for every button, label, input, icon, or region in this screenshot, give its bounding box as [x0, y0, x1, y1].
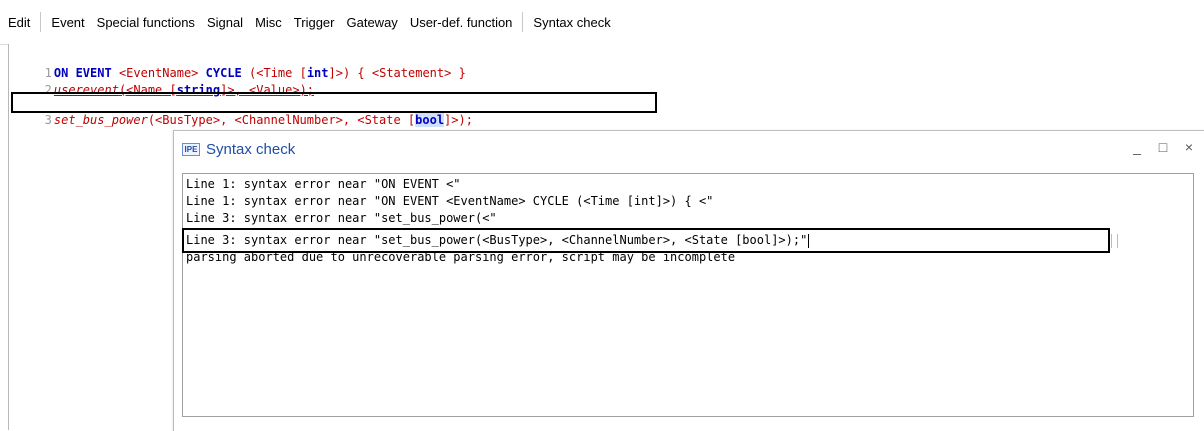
code-line-2: 2 userevent(<Name [string]>, <Value>); — [9, 65, 314, 97]
placeholder: { <Statement> } — [357, 66, 466, 80]
output-line: Line 3: syntax error near "set_bus_power… — [186, 211, 497, 225]
close-icon[interactable]: × — [1183, 139, 1195, 155]
placeholder: (<BusType>, <ChannelNumber>, <State [ — [147, 113, 416, 127]
dialog-titlebar[interactable]: IPE Syntax check _ □ × — [174, 131, 1204, 167]
output-line: Line 1: syntax error near "ON EVENT <" — [186, 177, 461, 191]
line-number: 3 — [44, 113, 52, 127]
placeholder: ]>); — [444, 113, 473, 127]
ipe-app-icon: IPE — [182, 142, 200, 156]
menu-trigger[interactable]: Trigger — [288, 15, 341, 30]
syntax-output-textarea[interactable]: Line 1: syntax error near "ON EVENT <" L… — [182, 173, 1194, 417]
window-controls: _ □ × — [1131, 139, 1195, 155]
menubar: Edit Event Special functions Signal Misc… — [0, 0, 1204, 45]
menu-signal[interactable]: Signal — [201, 15, 249, 30]
syntax-check-dialog: IPE Syntax check _ □ × Line 1: syntax er… — [173, 130, 1204, 431]
function-name: set_bus_power — [53, 113, 148, 127]
menu-misc[interactable]: Misc — [249, 15, 288, 30]
menu-syntax-check[interactable]: Syntax check — [527, 15, 616, 30]
code-line-1: 1 ON EVENT <EventName> CYCLE (<Time [int]… — [9, 48, 466, 80]
highlight-box-error-line — [182, 228, 1110, 253]
output-line: Line 1: syntax error near "ON EVENT <Eve… — [186, 194, 714, 208]
ibeam-cursor-icon — [1111, 234, 1118, 248]
menu-separator — [40, 12, 42, 32]
menu-edit[interactable]: Edit — [0, 15, 36, 30]
placeholder: ]>) — [328, 66, 351, 80]
menu-special-functions[interactable]: Special functions — [91, 15, 201, 30]
menu-separator — [522, 12, 524, 32]
menu-gateway[interactable]: Gateway — [341, 15, 404, 30]
menu-event[interactable]: Event — [45, 15, 90, 30]
menu-user-def-function[interactable]: User-def. function — [404, 15, 519, 30]
type-keyword-highlighted: bool — [415, 113, 445, 127]
maximize-icon[interactable]: □ — [1157, 139, 1169, 155]
dialog-title: Syntax check — [206, 140, 296, 158]
minimize-icon[interactable]: _ — [1131, 139, 1143, 155]
highlight-box-line-3 — [11, 92, 657, 113]
